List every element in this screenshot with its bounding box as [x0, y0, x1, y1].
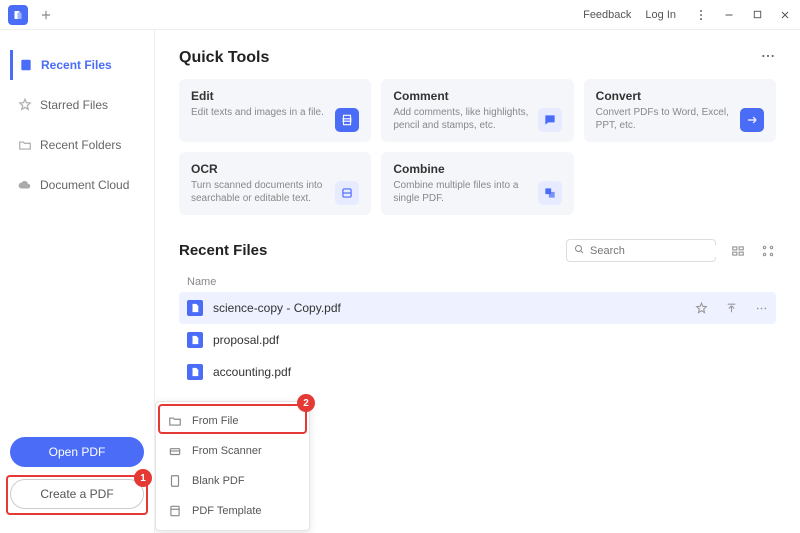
quick-tools-title: Quick Tools — [179, 49, 269, 67]
sidebar-item-label: Recent Folders — [40, 138, 121, 152]
file-row[interactable]: science-copy - Copy.pdf — [179, 292, 776, 324]
recent-files-title: Recent Files — [179, 242, 267, 259]
minimize-button[interactable] — [722, 8, 736, 22]
button-label: Open PDF — [49, 445, 106, 459]
sidebar-item-recent-files[interactable]: Recent Files — [10, 50, 144, 80]
search-input-wrapper[interactable] — [566, 239, 716, 262]
combine-icon — [538, 181, 562, 205]
sidebar-item-recent-folders[interactable]: Recent Folders — [10, 130, 144, 160]
ocr-icon — [335, 181, 359, 205]
edit-icon — [335, 108, 359, 132]
tool-title: Convert — [596, 89, 734, 103]
menu-item-from-file[interactable]: From File — [156, 406, 309, 436]
create-pdf-button[interactable]: Create a PDF — [10, 479, 144, 509]
app-icon — [8, 5, 28, 25]
star-file-icon[interactable] — [694, 301, 708, 315]
star-icon — [18, 98, 32, 112]
tool-desc: Edit texts and images in a file. — [191, 106, 329, 119]
login-link[interactable]: Log In — [645, 9, 676, 21]
list-view-icon[interactable] — [730, 243, 746, 259]
convert-icon — [740, 108, 764, 132]
quick-tools-more-icon[interactable] — [760, 48, 776, 67]
upload-file-icon[interactable] — [724, 301, 738, 315]
column-header-name: Name — [179, 272, 776, 292]
file-list: science-copy - Copy.pdf pr — [179, 292, 776, 388]
sidebar-item-document-cloud[interactable]: Document Cloud — [10, 170, 144, 200]
create-pdf-menu: From File From Scanner Blank PDF PDF Tem… — [155, 401, 310, 531]
tool-card-convert[interactable]: Convert Convert PDFs to Word, Excel, PPT… — [584, 79, 776, 142]
file-more-icon[interactable] — [754, 301, 768, 315]
search-icon — [573, 243, 585, 258]
quick-tools-grid: Edit Edit texts and images in a file. Co… — [179, 79, 776, 215]
file-name: science-copy - Copy.pdf — [213, 301, 694, 315]
menu-item-label: Blank PDF — [192, 475, 245, 487]
sidebar-item-starred-files[interactable]: Starred Files — [10, 90, 144, 120]
titlebar: Feedback Log In — [0, 0, 800, 30]
tool-desc: Combine multiple files into a single PDF… — [393, 179, 531, 205]
main-panel: Quick Tools Edit Edit texts and images i… — [155, 30, 800, 533]
tool-card-comment[interactable]: Comment Add comments, like highlights, p… — [381, 79, 573, 142]
sidebar-item-label: Recent Files — [41, 58, 112, 72]
sidebar: Recent Files Starred Files Recent Folder… — [0, 30, 155, 533]
tool-card-edit[interactable]: Edit Edit texts and images in a file. — [179, 79, 371, 142]
menu-item-pdf-template[interactable]: PDF Template — [156, 496, 309, 526]
tool-title: Edit — [191, 89, 329, 103]
folder-open-icon — [168, 414, 182, 428]
sidebar-item-label: Starred Files — [40, 98, 108, 112]
tool-card-combine[interactable]: Combine Combine multiple files into a si… — [381, 152, 573, 215]
recent-icon — [19, 58, 33, 72]
pdf-file-icon — [187, 364, 203, 380]
kebab-menu-icon[interactable] — [694, 8, 708, 22]
menu-item-blank-pdf[interactable]: Blank PDF — [156, 466, 309, 496]
blank-page-icon — [168, 474, 182, 488]
tool-title: Combine — [393, 162, 531, 176]
menu-item-label: PDF Template — [192, 505, 262, 517]
grid-view-icon[interactable] — [760, 243, 776, 259]
tool-title: OCR — [191, 162, 329, 176]
folder-icon — [18, 138, 32, 152]
maximize-button[interactable] — [750, 8, 764, 22]
new-tab-button[interactable] — [38, 7, 54, 23]
open-pdf-button[interactable]: Open PDF — [10, 437, 144, 467]
file-row[interactable]: accounting.pdf — [179, 356, 776, 388]
menu-item-label: From Scanner — [192, 445, 262, 457]
feedback-link[interactable]: Feedback — [583, 9, 631, 21]
annotation-step-2: 2 — [297, 394, 315, 412]
file-name: proposal.pdf — [213, 333, 768, 347]
pdf-file-icon — [187, 300, 203, 316]
sidebar-item-label: Document Cloud — [40, 178, 129, 192]
file-row[interactable]: proposal.pdf — [179, 324, 776, 356]
scanner-icon — [168, 444, 182, 458]
file-name: accounting.pdf — [213, 365, 768, 379]
search-input[interactable] — [590, 245, 732, 257]
comment-icon — [538, 108, 562, 132]
menu-item-label: From File — [192, 415, 238, 427]
pdf-file-icon — [187, 332, 203, 348]
tool-desc: Add comments, like highlights, pencil an… — [393, 106, 531, 132]
cloud-icon — [18, 178, 32, 192]
tool-desc: Convert PDFs to Word, Excel, PPT, etc. — [596, 106, 734, 132]
template-icon — [168, 504, 182, 518]
tool-desc: Turn scanned documents into searchable o… — [191, 179, 329, 205]
tool-title: Comment — [393, 89, 531, 103]
annotation-step-1: 1 — [134, 469, 152, 487]
close-button[interactable] — [778, 8, 792, 22]
tool-card-ocr[interactable]: OCR Turn scanned documents into searchab… — [179, 152, 371, 215]
menu-item-from-scanner[interactable]: From Scanner — [156, 436, 309, 466]
button-label: Create a PDF — [40, 487, 113, 501]
